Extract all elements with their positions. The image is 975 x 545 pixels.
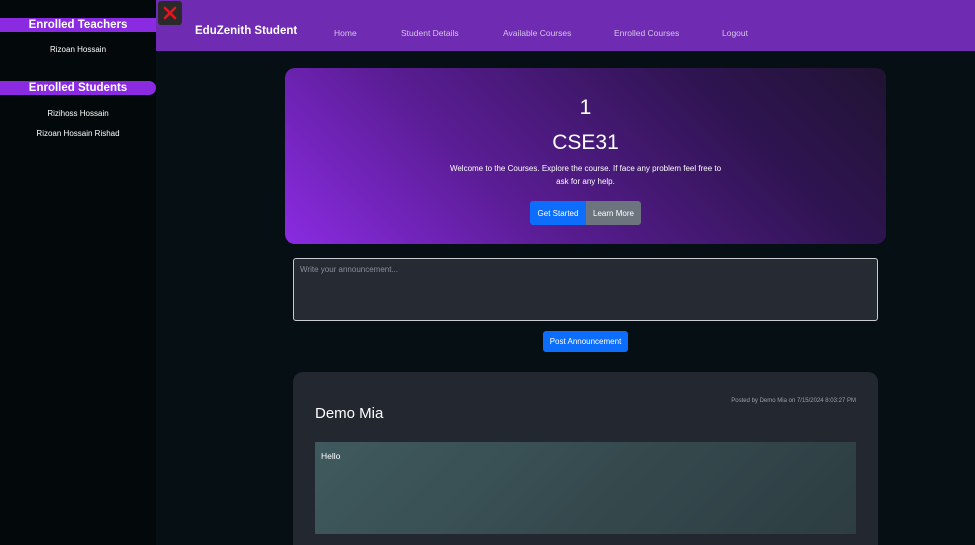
nav-link-home[interactable]: Home	[334, 28, 357, 38]
brand-title[interactable]: EduZenith Student	[195, 25, 297, 37]
nav-link-logout[interactable]: Logout	[722, 28, 748, 38]
student-item: Rizoan Hossain Rishad	[36, 129, 120, 138]
course-hero-card: 1 CSE31 Welcome to the Courses. Explore …	[285, 68, 886, 244]
nav-link-student-details[interactable]: Student Details	[401, 28, 459, 38]
top-navbar: EduZenith Student Home Student Details A…	[156, 0, 975, 51]
announcement-post-card: Demo Mia Posted by Demo Mia on 7/15/2024…	[293, 372, 878, 545]
teacher-item: Rizoan Hossain	[49, 45, 107, 54]
student-item: Rizihoss Hossain	[47, 109, 109, 118]
announcement-input[interactable]	[293, 258, 878, 321]
post-meta: Posted by Demo Mia on 7/15/2024 8:03:27 …	[731, 398, 856, 404]
nav-link-available-courses[interactable]: Available Courses	[503, 28, 571, 38]
close-x-icon	[163, 6, 177, 20]
close-sidebar-button[interactable]	[158, 1, 182, 25]
course-title: CSE31	[552, 131, 619, 154]
learn-more-button[interactable]: Learn More	[586, 201, 641, 225]
post-body: Hello	[315, 442, 856, 534]
get-started-button[interactable]: Get Started	[530, 201, 586, 225]
enrolled-teachers-heading: Enrolled Teachers	[0, 18, 156, 32]
course-number: 1	[579, 96, 592, 119]
sidebar: Enrolled Teachers Rizoan Hossain Enrolle…	[0, 0, 156, 545]
enrolled-students-heading: Enrolled Students	[0, 81, 156, 95]
nav-link-enrolled-courses[interactable]: Enrolled Courses	[614, 28, 679, 38]
post-author: Demo Mia	[315, 405, 384, 422]
post-announcement-button[interactable]: Post Announcement	[543, 331, 628, 352]
course-description: Welcome to the Courses. Explore the cour…	[449, 164, 722, 186]
